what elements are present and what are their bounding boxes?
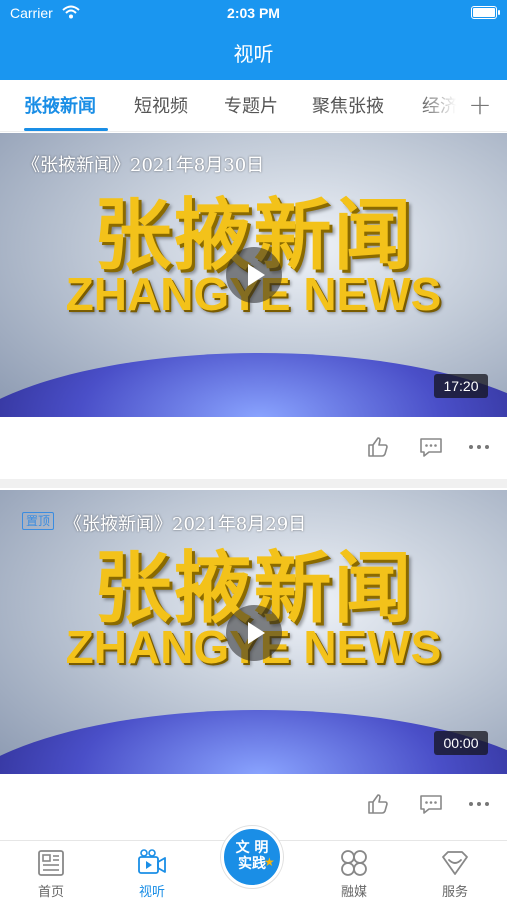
heart-icon [442,851,468,875]
nav-media[interactable]: 融媒 [319,847,389,900]
tab-short-video[interactable]: 短视频 [134,92,188,118]
tab-focus-zhangye[interactable]: 聚焦张掖 [312,92,384,118]
video-card[interactable]: 张掖新闻 ZHANGYE NEWS 置顶 《张掖新闻》2021年8月29日 00… [0,490,507,774]
news-icon [38,850,64,876]
like-icon[interactable] [366,435,390,459]
nav-label: 服务 [441,885,468,900]
grid-icon [341,850,367,876]
video-camera-icon [138,849,166,874]
play-icon[interactable] [226,247,282,303]
like-icon[interactable] [366,792,390,816]
more-icon[interactable] [467,792,491,816]
video-title: 《张掖新闻》2021年8月30日 [22,155,265,176]
more-icon[interactable] [467,435,491,459]
tab-special[interactable]: 专题片 [224,92,278,118]
tab-active-indicator [24,128,108,131]
play-icon[interactable] [226,605,282,661]
tab-fade [418,80,466,130]
comment-icon[interactable] [419,435,443,459]
star-icon: ★ [264,855,275,869]
nav-video[interactable]: 视听 [117,847,187,900]
add-channel-icon[interactable]: + [466,88,494,122]
center-button-line1: 文 明 [235,840,269,856]
civilization-practice-button[interactable]: 文 明 实践 ★ [221,826,283,888]
clock: 2:03 PM [227,5,280,21]
app-header: Carrier 2:03 PM 视听 [0,0,507,80]
battery-icon [471,6,500,19]
video-duration: 00:00 [434,731,488,755]
pinned-tag: 置顶 [22,512,55,530]
nav-home[interactable]: 首页 [16,847,86,900]
nav-label: 首页 [37,885,64,900]
nav-label: 视听 [138,885,165,900]
comment-icon[interactable] [419,792,443,816]
status-bar: Carrier 2:03 PM [0,0,507,28]
video-title: 《张掖新闻》2021年8月29日 [64,514,307,535]
page-title: 视听 [233,42,274,66]
tab-zhangye-news[interactable]: 张掖新闻 [24,92,96,118]
nav-label: 融媒 [340,885,367,900]
channel-tabs: 张掖新闻 短视频 专题片 聚焦张掖 经济 + [0,80,507,132]
video-card[interactable]: 张掖新闻 ZHANGYE NEWS 《张掖新闻》2021年8月30日 17:20 [0,133,507,417]
nav-service[interactable]: 服务 [420,847,490,900]
divider [0,479,507,488]
video-duration: 17:20 [434,374,488,398]
video-actions [0,417,507,479]
